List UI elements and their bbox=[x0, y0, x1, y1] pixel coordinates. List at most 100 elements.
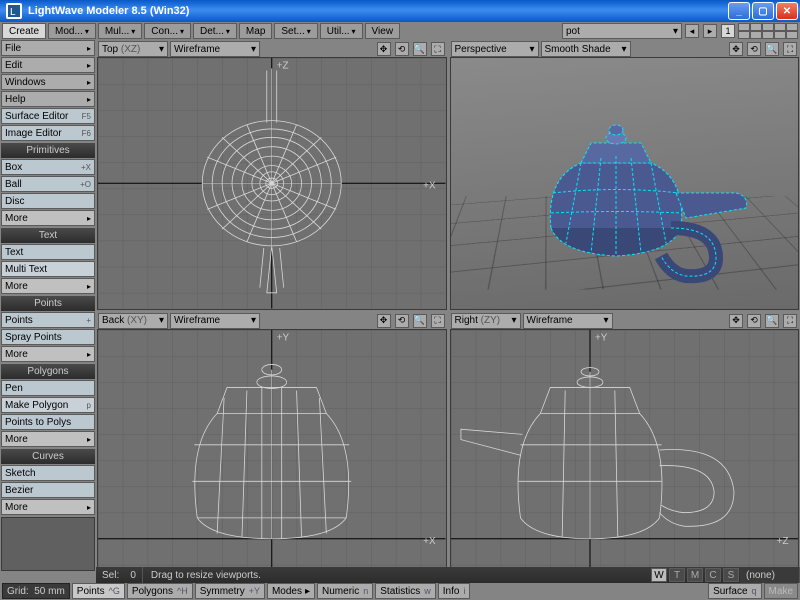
btn-numeric[interactable]: Numericn bbox=[317, 583, 373, 599]
tab-construct[interactable]: Con...▾ bbox=[144, 23, 191, 39]
btn-statistics[interactable]: Statisticsw bbox=[375, 583, 436, 599]
flag-c[interactable]: C bbox=[705, 568, 721, 582]
tool-pen[interactable]: Pen bbox=[1, 380, 95, 396]
zoom-icon[interactable]: 🔍 bbox=[413, 42, 427, 56]
tab-create[interactable]: Create bbox=[2, 23, 46, 39]
tab-setup[interactable]: Set...▾ bbox=[274, 23, 317, 39]
tool-points-to-polys[interactable]: Points to Polys bbox=[1, 414, 95, 430]
rotate-icon[interactable]: ⟲ bbox=[747, 314, 761, 328]
menu-file[interactable]: File▸ bbox=[1, 40, 95, 56]
tool-disc[interactable]: Disc bbox=[1, 193, 95, 209]
titlebar: L LightWave Modeler 8.5 (Win32) _ ▢ ✕ bbox=[0, 0, 800, 22]
menu-help[interactable]: Help▸ bbox=[1, 91, 95, 107]
vp-persp-canvas[interactable] bbox=[450, 57, 800, 310]
tool-points[interactable]: Points+ bbox=[1, 312, 95, 328]
tab-map[interactable]: Map bbox=[239, 23, 272, 39]
maximize-button[interactable]: ▢ bbox=[752, 2, 774, 20]
more-primitives[interactable]: More▸ bbox=[1, 210, 95, 226]
btn-make[interactable]: Make bbox=[764, 583, 798, 599]
vp-top-view-dropdown[interactable]: Top (XZ)▾ bbox=[98, 41, 168, 57]
bottombar: Grid: 50 mm Points^G Polygons^H Symmetry… bbox=[0, 582, 800, 600]
menu-edit[interactable]: Edit▸ bbox=[1, 57, 95, 73]
maximize-icon[interactable]: ⛶ bbox=[431, 314, 445, 328]
tab-multiply[interactable]: Mul...▾ bbox=[98, 23, 142, 39]
layer-fg-button[interactable]: 1 bbox=[721, 24, 735, 38]
mode-points[interactable]: Points^G bbox=[72, 583, 125, 599]
viewport-perspective: Perspective▾ Smooth Shade▾ ✥ ⟲ 🔍 ⛶ bbox=[450, 41, 800, 310]
flag-t[interactable]: T bbox=[669, 568, 685, 582]
tool-spray-points[interactable]: Spray Points bbox=[1, 329, 95, 345]
vp-top-canvas[interactable]: +X +Z bbox=[97, 57, 447, 310]
more-text[interactable]: More▸ bbox=[1, 278, 95, 294]
tab-utilities[interactable]: Util...▾ bbox=[320, 23, 363, 39]
flag-s[interactable]: S bbox=[723, 568, 739, 582]
tool-make-polygon[interactable]: Make Polygonp bbox=[1, 397, 95, 413]
rotate-icon[interactable]: ⟲ bbox=[747, 42, 761, 56]
tool-ball[interactable]: Ball+O bbox=[1, 176, 95, 192]
app-icon: L bbox=[6, 3, 22, 19]
status-hint: Drag to resize viewports. bbox=[143, 570, 650, 581]
zoom-icon[interactable]: 🔍 bbox=[765, 42, 779, 56]
rotate-icon[interactable]: ⟲ bbox=[395, 42, 409, 56]
svg-text:+Z: +Z bbox=[776, 535, 788, 546]
vp-back-shade-dropdown[interactable]: Wireframe▾ bbox=[170, 313, 260, 329]
maximize-icon[interactable]: ⛶ bbox=[431, 42, 445, 56]
close-button[interactable]: ✕ bbox=[776, 2, 798, 20]
vp-persp-view-dropdown[interactable]: Perspective▾ bbox=[451, 41, 539, 57]
flag-m[interactable]: M bbox=[687, 568, 703, 582]
move-icon[interactable]: ✥ bbox=[729, 314, 743, 328]
surface-editor-button[interactable]: Surface EditorF5 bbox=[1, 108, 95, 124]
vp-right-view-dropdown[interactable]: Right (ZY)▾ bbox=[451, 313, 521, 329]
panel-points: Points bbox=[1, 296, 95, 311]
maximize-icon[interactable]: ⛶ bbox=[783, 314, 797, 328]
minimize-button[interactable]: _ bbox=[728, 2, 750, 20]
svg-text:+Y: +Y bbox=[594, 332, 607, 343]
vp-persp-shade-dropdown[interactable]: Smooth Shade▾ bbox=[541, 41, 631, 57]
tool-bezier[interactable]: Bezier bbox=[1, 482, 95, 498]
mode-symmetry[interactable]: Symmetry+Y bbox=[195, 583, 265, 599]
more-curves[interactable]: More▸ bbox=[1, 499, 95, 515]
tab-view[interactable]: View bbox=[365, 23, 401, 39]
vp-back-view-dropdown[interactable]: Back (XY)▾ bbox=[98, 313, 168, 329]
sidebar: File▸ Edit▸ Windows▸ Help▸ Surface Edito… bbox=[0, 40, 96, 582]
tab-modify[interactable]: Mod...▾ bbox=[48, 23, 96, 39]
viewport-right: Right (ZY)▾ Wireframe▾ ✥ ⟲ 🔍 ⛶ bbox=[450, 313, 800, 582]
panel-curves: Curves bbox=[1, 449, 95, 464]
tool-multitext[interactable]: Multi Text bbox=[1, 261, 95, 277]
tool-box[interactable]: Box+X bbox=[1, 159, 95, 175]
next-object-button[interactable]: ▸ bbox=[703, 24, 717, 38]
move-icon[interactable]: ✥ bbox=[377, 42, 391, 56]
panel-primitives: Primitives bbox=[1, 143, 95, 158]
more-points[interactable]: More▸ bbox=[1, 346, 95, 362]
layer-buttons[interactable] bbox=[738, 23, 798, 39]
svg-text:L: L bbox=[10, 7, 16, 17]
move-icon[interactable]: ✥ bbox=[729, 42, 743, 56]
flag-w[interactable]: W bbox=[651, 568, 667, 582]
zoom-icon[interactable]: 🔍 bbox=[765, 314, 779, 328]
image-editor-button[interactable]: Image EditorF6 bbox=[1, 125, 95, 141]
btn-surface[interactable]: Surfaceq bbox=[708, 583, 761, 599]
vp-right-canvas[interactable]: +Z +Y bbox=[450, 329, 800, 582]
tab-detail[interactable]: Det...▾ bbox=[193, 23, 237, 39]
mode-polygons[interactable]: Polygons^H bbox=[127, 583, 193, 599]
rotate-icon[interactable]: ⟲ bbox=[395, 314, 409, 328]
btn-modes[interactable]: Modes▸ bbox=[267, 583, 315, 599]
maximize-icon[interactable]: ⛶ bbox=[783, 42, 797, 56]
viewport-top: Top (XZ)▾ Wireframe▾ ✥ ⟲ 🔍 ⛶ bbox=[97, 41, 447, 310]
status-menu[interactable]: (none) bbox=[740, 567, 800, 583]
zoom-icon[interactable]: 🔍 bbox=[413, 314, 427, 328]
prev-object-button[interactable]: ◂ bbox=[685, 24, 699, 38]
btn-info[interactable]: Infoi bbox=[438, 583, 471, 599]
grid-label: Grid: 50 mm bbox=[2, 583, 70, 599]
tool-sketch[interactable]: Sketch bbox=[1, 465, 95, 481]
vp-back-canvas[interactable]: +X +Y bbox=[97, 329, 447, 582]
move-icon[interactable]: ✥ bbox=[377, 314, 391, 328]
panel-text: Text bbox=[1, 228, 95, 243]
object-dropdown[interactable]: pot▾ bbox=[562, 23, 682, 39]
menu-windows[interactable]: Windows▸ bbox=[1, 74, 95, 90]
more-polygons[interactable]: More▸ bbox=[1, 431, 95, 447]
tool-text[interactable]: Text bbox=[1, 244, 95, 260]
window-title: LightWave Modeler 8.5 (Win32) bbox=[26, 5, 726, 17]
vp-right-shade-dropdown[interactable]: Wireframe▾ bbox=[523, 313, 613, 329]
vp-top-shade-dropdown[interactable]: Wireframe▾ bbox=[170, 41, 260, 57]
